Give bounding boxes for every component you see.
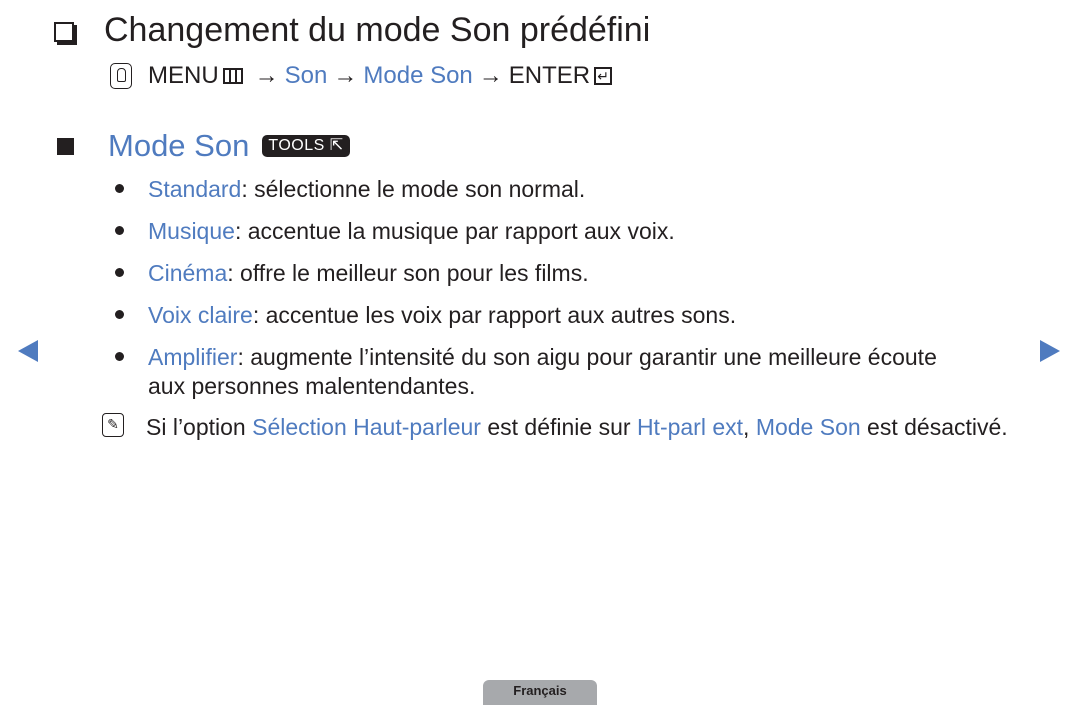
previous-page-icon[interactable] — [18, 340, 38, 362]
path-son: Son — [284, 62, 328, 89]
note: ✎ Si l’option Sélection Haut-parleur est… — [102, 410, 1026, 444]
mode-list: Standard: sélectionne le mode son normal… — [115, 174, 937, 384]
item-term: Standard — [148, 176, 242, 202]
item-term: Cinéma — [148, 260, 228, 286]
list-item: Cinéma: offre le meilleur son pour les f… — [115, 258, 937, 300]
language-tab: Français — [483, 680, 597, 705]
note-icon: ✎ — [102, 413, 124, 437]
bullet-icon — [115, 352, 124, 361]
menu-icon — [222, 68, 243, 84]
title-row: Changement du mode Son prédéfini — [54, 10, 650, 50]
list-item: Standard: sélectionne le mode son normal… — [115, 174, 937, 216]
note-part: est désactivé. — [860, 414, 1008, 440]
enter-icon: ↵ — [594, 67, 613, 85]
item-desc: : augmente l’intensité du son aigu pour … — [237, 344, 937, 370]
bullet-icon — [115, 226, 124, 235]
arrow: → — [254, 62, 279, 89]
page-title: Changement du mode Son prédéfini — [104, 11, 651, 49]
section-title: Mode Son — [108, 128, 250, 163]
item-desc: : sélectionne le mode son normal. — [241, 176, 586, 202]
menu-label: MENU — [148, 62, 219, 89]
note-term: Sélection Haut-parleur — [252, 414, 481, 440]
tools-badge: TOOLS ⇱ — [262, 135, 350, 157]
note-part: est définie sur — [480, 414, 637, 440]
bullet-icon — [115, 268, 124, 277]
note-term: Mode Son — [755, 414, 861, 440]
item-desc: : accentue la musique par rapport aux vo… — [234, 218, 675, 244]
bullet-icon — [115, 184, 124, 193]
tools-icon: ⇱ — [329, 137, 344, 154]
note-part: Si l’option — [146, 414, 253, 440]
list-item: Musique: accentue la musique par rapport… — [115, 216, 937, 258]
note-text: Si l’option Sélection Haut-parleur est d… — [146, 410, 1026, 444]
item-term: Voix claire — [148, 302, 253, 328]
arrow: → — [478, 62, 503, 89]
section-header: Mode Son TOOLS ⇱ — [57, 128, 350, 164]
note-term: Ht-parl ext — [636, 414, 744, 440]
arrow: → — [333, 62, 358, 89]
item-desc: : accentue les voix par rapport aux autr… — [252, 302, 737, 328]
remote-hand-icon — [110, 63, 132, 89]
checkbox-icon — [54, 22, 74, 42]
tools-label: TOOLS — [268, 137, 325, 154]
item-term: Amplifier — [148, 344, 238, 370]
next-page-icon[interactable] — [1040, 340, 1060, 362]
enter-label: ENTER — [508, 62, 591, 89]
path-mode-son: Mode Son — [363, 62, 473, 89]
square-bullet-icon — [57, 137, 74, 155]
bullet-icon — [115, 310, 124, 319]
note-part: , — [743, 414, 756, 440]
list-item: Voix claire: accentue les voix par rappo… — [115, 300, 937, 342]
item-desc: : offre le meilleur son pour les films. — [227, 260, 589, 286]
menu-path: MENU → Son → Mode Son → ENTER ↵ — [110, 61, 613, 91]
item-term: Musique — [148, 218, 235, 244]
item-continuation: aux personnes malentendantes. — [148, 373, 476, 399]
